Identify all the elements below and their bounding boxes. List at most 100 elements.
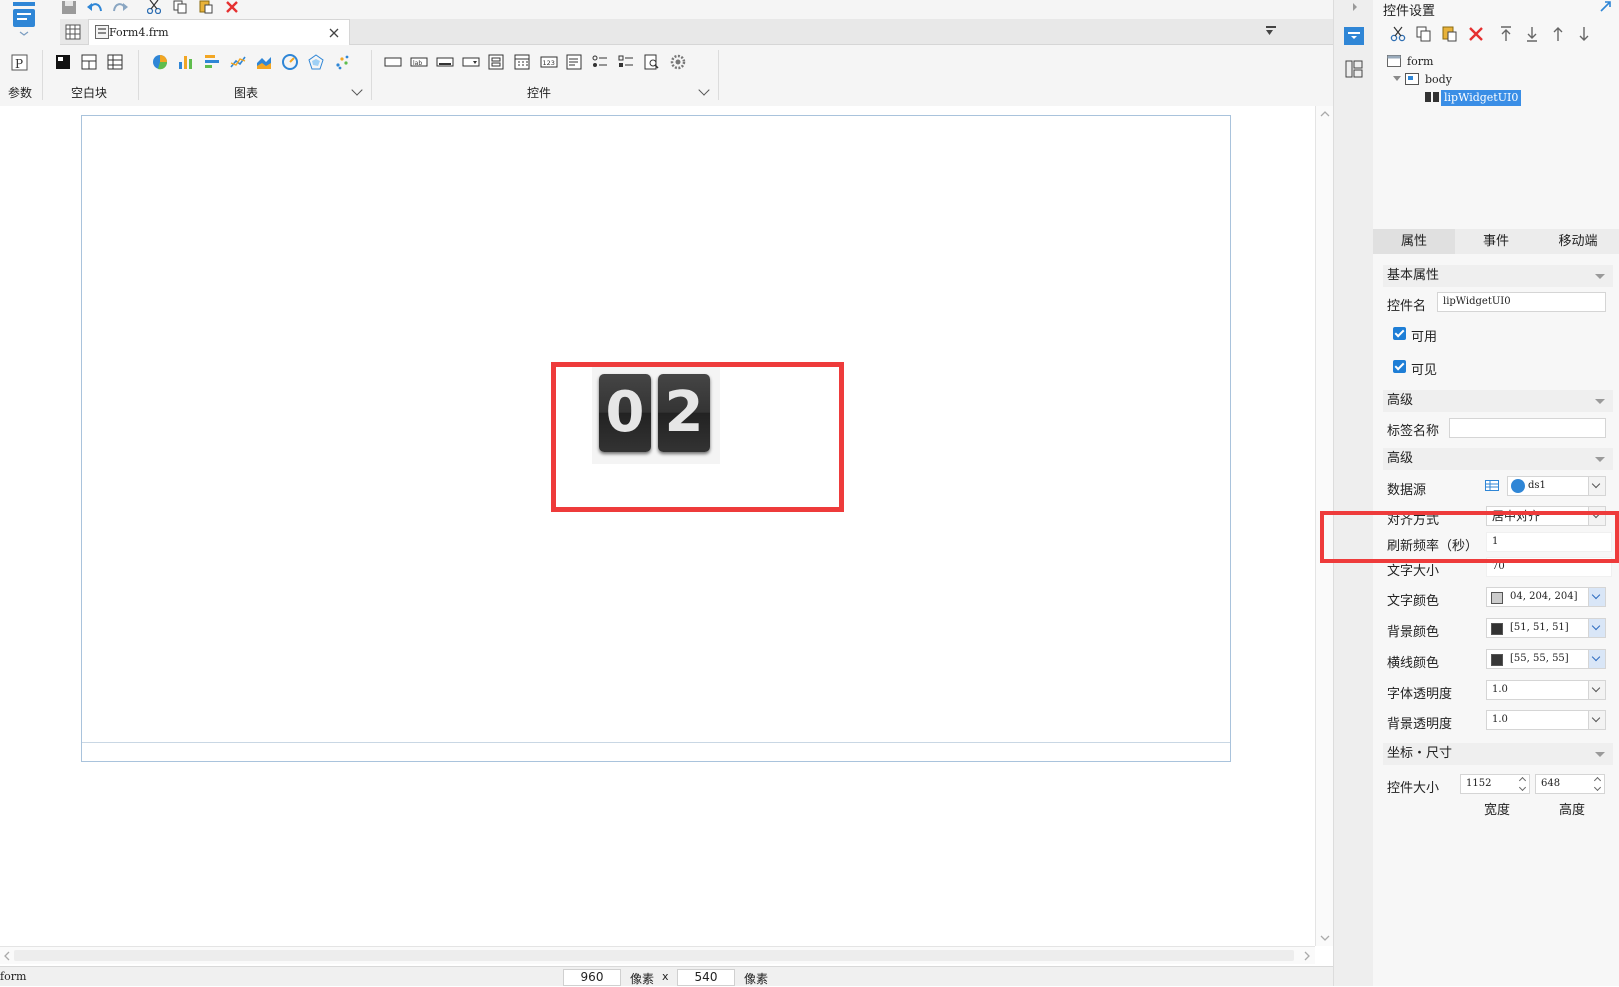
undo-icon[interactable] bbox=[86, 0, 104, 14]
horizontal-bar-icon[interactable] bbox=[204, 54, 222, 72]
copy-icon[interactable] bbox=[1416, 26, 1432, 42]
enabled-checkbox[interactable] bbox=[1393, 327, 1406, 340]
svg-text:123: 123 bbox=[543, 59, 555, 67]
move-top-icon[interactable] bbox=[1499, 26, 1513, 42]
ribbon-group-widget[interactable]: 控件 bbox=[527, 84, 551, 101]
widget-height-input[interactable]: 648 bbox=[1535, 774, 1605, 794]
height-caption: 高度 bbox=[1559, 803, 1586, 818]
tree-label: body bbox=[1425, 73, 1452, 86]
horizontal-scrollbar[interactable] bbox=[0, 946, 1315, 964]
date-widget-icon[interactable] bbox=[514, 54, 532, 72]
tab-mobile[interactable]: 移动端 bbox=[1537, 229, 1619, 254]
color-swatch bbox=[1491, 592, 1503, 604]
delete-icon[interactable] bbox=[1468, 26, 1484, 42]
tag-name-input[interactable] bbox=[1449, 418, 1606, 438]
gauge-chart-icon[interactable] bbox=[282, 54, 300, 72]
tab-menu-icon[interactable] bbox=[1265, 26, 1279, 38]
datasource-select[interactable]: ds1 bbox=[1507, 476, 1606, 496]
redo-icon[interactable] bbox=[111, 0, 129, 14]
copy-icon[interactable] bbox=[171, 0, 189, 14]
radar-chart-icon[interactable] bbox=[308, 54, 326, 72]
dataset-icon[interactable] bbox=[1485, 480, 1501, 492]
scatter-chart-icon[interactable] bbox=[334, 54, 352, 72]
section-basic-properties[interactable]: 基本属性 bbox=[1383, 265, 1613, 287]
close-tab-icon[interactable] bbox=[329, 27, 339, 38]
bar-chart-icon[interactable] bbox=[178, 54, 196, 72]
chevron-down-icon[interactable] bbox=[1588, 619, 1605, 637]
design-canvas[interactable]: 0 2 bbox=[0, 106, 1333, 968]
ribbon-group-chart[interactable]: 图表 bbox=[234, 84, 258, 101]
chevron-down-icon[interactable] bbox=[1588, 650, 1605, 668]
app-menu-icon[interactable] bbox=[10, 0, 38, 38]
move-bottom-icon[interactable] bbox=[1525, 26, 1539, 42]
section-advanced-2[interactable]: 高级 bbox=[1383, 448, 1613, 470]
tree-expand-icon[interactable] bbox=[1393, 76, 1401, 82]
radio-group-widget-icon[interactable] bbox=[592, 54, 610, 72]
chevron-down-icon[interactable] bbox=[1588, 711, 1605, 729]
area-chart-icon[interactable] bbox=[256, 54, 274, 72]
flip-widget-node-icon bbox=[1425, 92, 1439, 102]
cut-icon[interactable] bbox=[145, 0, 163, 14]
toolbar-area: Form4.frm P 参数 空白块 图表 lab 123 控件 bbox=[0, 0, 1333, 106]
ribbon-group-parameter[interactable]: 参数 bbox=[8, 84, 32, 101]
search-widget-icon[interactable] bbox=[644, 54, 662, 72]
chevron-down-icon[interactable] bbox=[1588, 477, 1605, 495]
number-widget-icon[interactable]: 123 bbox=[540, 54, 558, 72]
split-layout-icon[interactable] bbox=[81, 54, 99, 72]
delete-icon[interactable] bbox=[223, 0, 241, 14]
section-coordinates-size[interactable]: 坐标・尺寸 bbox=[1383, 743, 1613, 765]
button-widget-icon[interactable] bbox=[436, 54, 454, 72]
move-up-icon[interactable] bbox=[1551, 26, 1565, 42]
chevron-down-icon[interactable] bbox=[1588, 588, 1605, 606]
paste-icon[interactable] bbox=[197, 0, 215, 14]
parameter-icon[interactable]: P bbox=[11, 54, 29, 72]
table-layout-icon[interactable] bbox=[107, 54, 125, 72]
widget-group-expand-icon[interactable] bbox=[698, 84, 710, 96]
pin-icon[interactable] bbox=[1599, 1, 1613, 13]
tab-events[interactable]: 事件 bbox=[1455, 229, 1537, 254]
widget-settings-toggle-icon[interactable] bbox=[1344, 27, 1364, 45]
paste-icon[interactable] bbox=[1442, 26, 1458, 42]
save-icon[interactable] bbox=[60, 0, 78, 14]
frame-widget-icon[interactable] bbox=[488, 54, 506, 72]
grid-view-icon[interactable] bbox=[65, 24, 81, 40]
absolute-layout-icon[interactable] bbox=[55, 54, 73, 72]
widget-name-input[interactable]: lipWidgetUI0 bbox=[1437, 292, 1606, 312]
settings-widget-icon[interactable] bbox=[670, 54, 688, 72]
line-color-picker[interactable]: [55, 55, 55] bbox=[1486, 649, 1606, 669]
line-chart-icon[interactable] bbox=[230, 54, 248, 72]
height-spinner-icon[interactable] bbox=[1593, 775, 1604, 793]
section-advanced[interactable]: 高级 bbox=[1383, 390, 1613, 412]
line-color-value: [55, 55, 55] bbox=[1510, 653, 1569, 664]
pie-chart-icon[interactable] bbox=[152, 54, 170, 72]
width-spinner-icon[interactable] bbox=[1518, 775, 1529, 793]
visible-checkbox[interactable] bbox=[1393, 360, 1406, 373]
canvas-width-input[interactable]: 960 bbox=[563, 969, 621, 986]
textbox-widget-icon[interactable] bbox=[384, 54, 402, 72]
component-library-icon[interactable] bbox=[1345, 60, 1363, 78]
widget-width-input[interactable]: 1152 bbox=[1460, 774, 1530, 794]
cut-icon[interactable] bbox=[1390, 26, 1406, 42]
scrollbar-thumb[interactable] bbox=[14, 950, 1294, 961]
height-unit-label: 像素 bbox=[744, 972, 769, 986]
textarea-widget-icon[interactable] bbox=[566, 54, 584, 72]
collapse-arrow-icon[interactable] bbox=[1352, 2, 1358, 12]
font-opacity-select[interactable]: 1.0 bbox=[1486, 680, 1606, 700]
section-title: 坐标・尺寸 bbox=[1387, 746, 1453, 761]
chevron-down-icon[interactable] bbox=[1588, 681, 1605, 699]
label-widget-icon[interactable]: lab bbox=[410, 54, 428, 72]
combobox-widget-icon[interactable] bbox=[462, 54, 480, 72]
checkbox-group-widget-icon[interactable] bbox=[618, 54, 636, 72]
font-color-picker[interactable]: 04, 204, 204] bbox=[1486, 587, 1606, 607]
ribbon-group-blank[interactable]: 空白块 bbox=[71, 84, 107, 101]
canvas-height-input[interactable]: 540 bbox=[677, 969, 735, 986]
chart-group-expand-icon[interactable] bbox=[351, 84, 363, 96]
width-caption: 宽度 bbox=[1484, 803, 1511, 818]
tab-form4[interactable]: Form4.frm bbox=[88, 19, 350, 45]
width-unit-label: 像素 bbox=[630, 972, 655, 986]
move-down-icon[interactable] bbox=[1577, 26, 1591, 42]
section-title: 基本属性 bbox=[1387, 268, 1440, 283]
background-opacity-select[interactable]: 1.0 bbox=[1486, 710, 1606, 730]
background-color-picker[interactable]: [51, 51, 51] bbox=[1486, 618, 1606, 638]
tab-properties[interactable]: 属性 bbox=[1373, 229, 1455, 254]
